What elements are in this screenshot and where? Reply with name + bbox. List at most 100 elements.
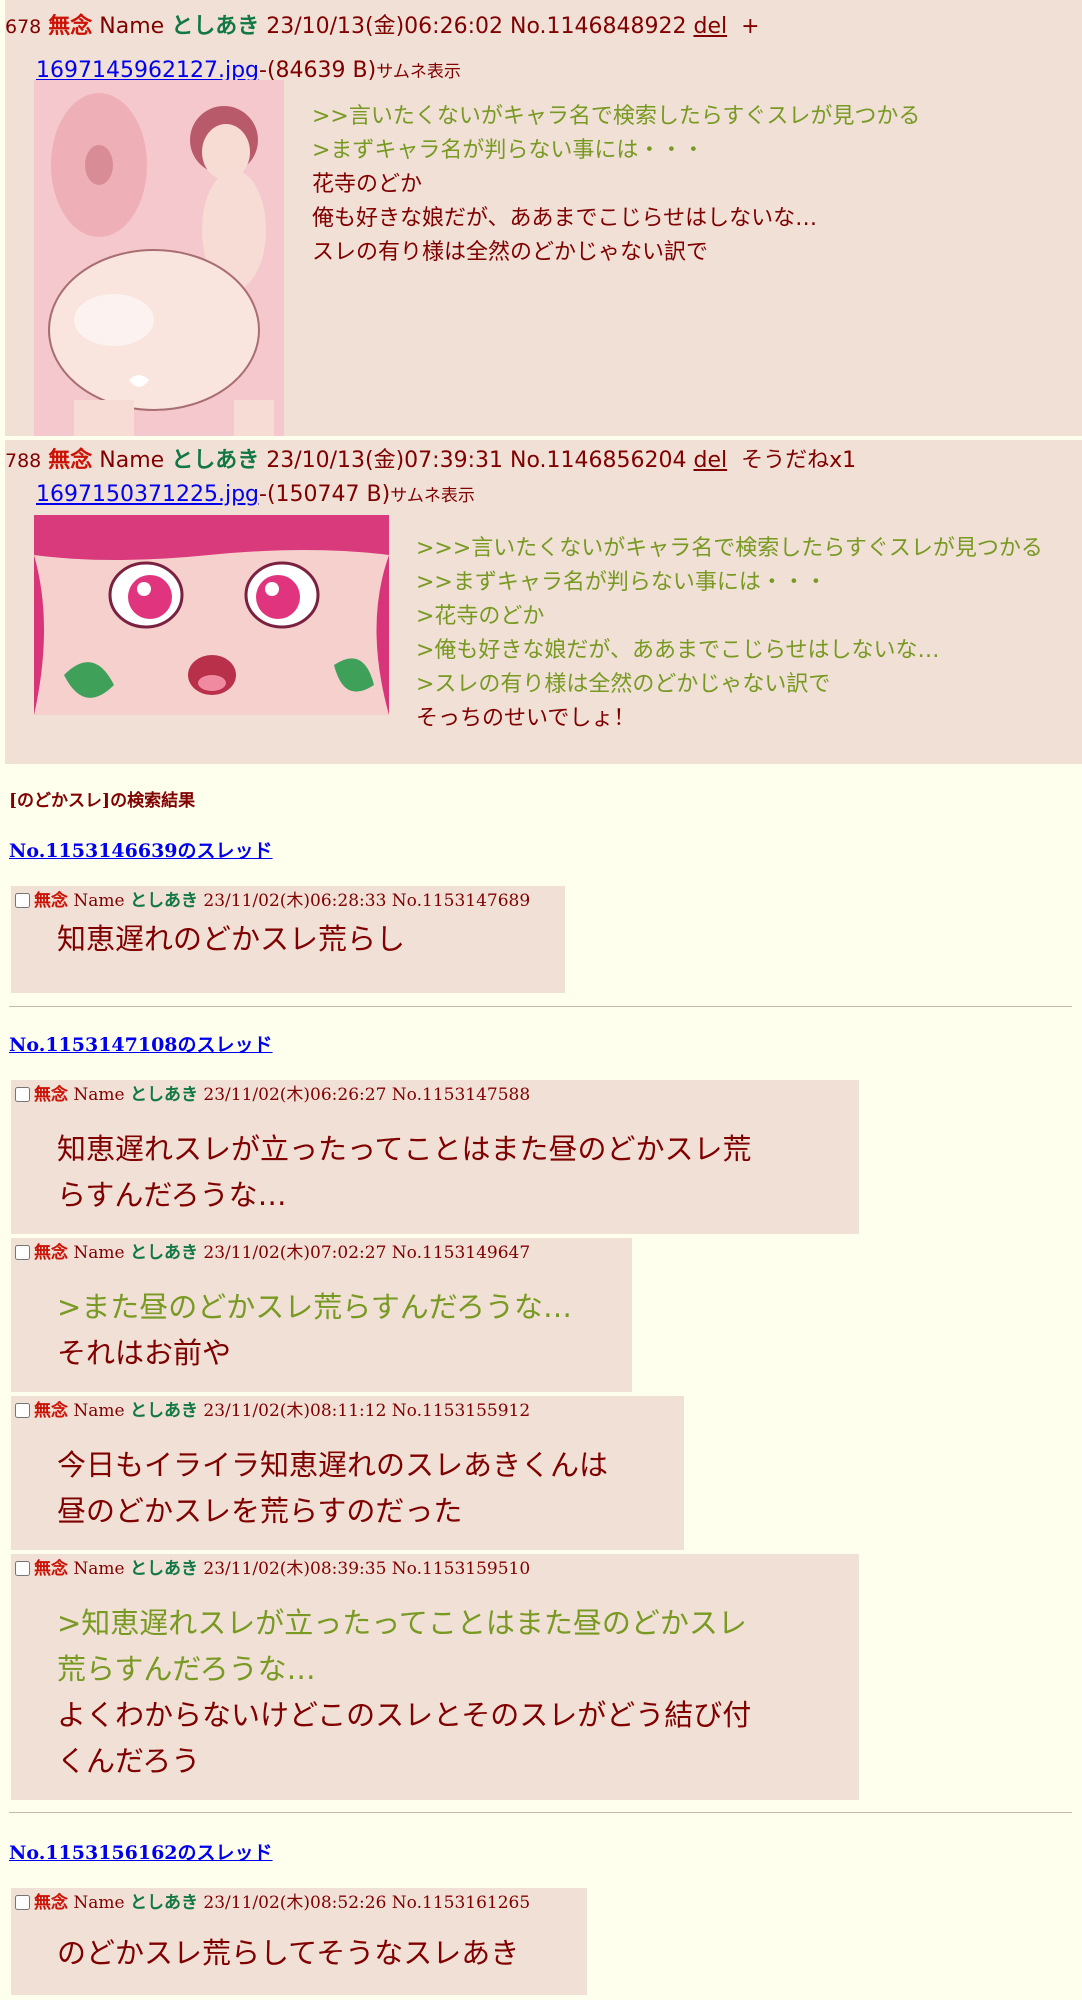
file-link[interactable]: 1697150371225.jpg [36,482,259,507]
poster-name: としあき [130,1559,199,1579]
quote-line: 荒らすんだろうな… [57,1652,316,1686]
del-link[interactable]: del [693,448,727,473]
name-label: Name [73,1243,125,1263]
body-line: 知恵遅れスレが立ったってことはまた昼のどかスレ荒 [57,1132,752,1166]
quote-line: >>言いたくないがキャラ名で検索したらすぐスレが見つかる [312,104,921,129]
plus-link[interactable]: + [741,14,759,39]
post-number: 788 [5,450,42,472]
post-datetime: 23/11/02(木)06:28:33 [203,891,387,911]
quote-line: >知恵遅れスレが立ったってことはまた昼のどかスレ [57,1606,747,1640]
post-id[interactable]: No.1153147689 [392,891,530,911]
quote-line: >俺も好きな娘だが、ああまでこじらせはしないな… [416,638,940,663]
thread-link[interactable]: No.1153146639のスレッド [9,836,273,863]
post-header: 678 無念 Name としあき 23/10/13(金)06:26:02 No.… [5,14,760,40]
poster-name: としあき [171,14,260,39]
thread-link[interactable]: No.1153156162のスレッド [9,1838,273,1865]
name-label: Name [99,448,165,473]
search-response: 無念 Name としあき 23/11/02(木)08:52:26 No.1153… [11,1888,587,1995]
post-id[interactable]: No.1153155912 [392,1401,530,1421]
post-body: >>言いたくないがキャラ名で検索したらすぐスレが見つかる >まずキャラ名が判らな… [312,100,920,270]
post-datetime: 23/11/02(木)06:26:27 [203,1085,387,1105]
response-body: >また昼のどかスレ荒らすんだろうな… それはお前や [57,1284,572,1376]
response-header: 無念 Name としあき 23/11/02(木)07:02:27 No.1153… [15,1242,530,1264]
body-line: 花寺のどか [312,172,423,197]
name-label: Name [73,1559,125,1579]
post-id[interactable]: No.1153149647 [392,1243,530,1263]
body-line: よくわからないけどこのスレとそのスレがどう結び付 [57,1698,752,1732]
name-label: Name [99,14,165,39]
response-header: 無念 Name としあき 23/11/02(木)08:52:26 No.1153… [15,1892,530,1914]
del-link[interactable]: del [693,14,727,39]
divider [9,1812,1072,1813]
post-datetime: 23/10/13(金)07:39:31 [266,448,503,473]
body-line: それはお前や [57,1336,232,1370]
body-line: 今日もイライラ知恵遅れのスレあきくんは [57,1448,609,1482]
response-header: 無念 Name としあき 23/11/02(木)06:28:33 No.1153… [15,890,530,912]
quote-line: >>>言いたくないがキャラ名で検索したらすぐスレが見つかる [416,536,1043,561]
search-response: 無念 Name としあき 23/11/02(木)06:28:33 No.1153… [11,886,565,993]
post-subject: 無念 [34,1243,68,1263]
body-line: 昼のどかスレを荒らすのだった [57,1494,463,1528]
quote-line: >まずキャラ名が判らない事には・・・ [312,138,705,163]
post-subject: 無念 [34,1085,68,1105]
response-body: のどかスレ荒らしてそうなスレあき [57,1930,519,1976]
post-id[interactable]: No.1153161265 [392,1893,530,1913]
quote-line: >スレの有り様は全然のどかじゃない訳で [416,672,831,697]
body-line: スレの有り様は全然のどかじゃない訳で [312,240,709,265]
response-header: 無念 Name としあき 23/11/02(木)06:26:27 No.1153… [15,1084,530,1106]
post-thumbnail[interactable] [34,515,389,715]
response-body: 今日もイライラ知恵遅れのスレあきくんは 昼のどかスレを荒らすのだった [57,1442,608,1534]
poster-name: としあき [130,1085,199,1105]
post-subject: 無念 [34,1893,68,1913]
delete-checkbox[interactable] [15,1245,30,1260]
body-line: 知恵遅れのどかスレ荒らし [57,922,406,956]
thread-link[interactable]: No.1153147108のスレッド [9,1030,273,1057]
response-body: >知恵遅れスレが立ったってことはまた昼のどかスレ 荒らすんだろうな… よくわから… [57,1600,751,1784]
post-678: 678 無念 Name としあき 23/10/13(金)06:26:02 No.… [5,0,1082,436]
search-response: 無念 Name としあき 23/11/02(木)08:11:12 No.1153… [11,1396,684,1550]
post-788: 788 無念 Name としあき 23/10/13(金)07:39:31 No.… [5,440,1082,764]
delete-checkbox[interactable] [15,1087,30,1102]
poster-name: としあき [130,1243,199,1263]
post-datetime: 23/10/13(金)06:26:02 [266,14,503,39]
body-line: らすんだろうな… [57,1178,287,1212]
response-body: 知恵遅れのどかスレ荒らし [57,916,405,962]
thumbnail-toggle[interactable]: サムネ表示 [376,62,461,82]
post-subject: 無念 [34,1401,68,1421]
body-line: くんだろう [57,1744,201,1778]
post-id[interactable]: No.1146856204 [510,448,687,473]
post-id[interactable]: No.1153147588 [392,1085,530,1105]
poster-name: としあき [130,1401,199,1421]
post-body: >>>言いたくないがキャラ名で検索したらすぐスレが見つかる >>まずキャラ名が判… [416,532,1043,736]
post-datetime: 23/11/02(木)08:11:12 [203,1401,387,1421]
name-label: Name [73,891,125,911]
post-subject: 無念 [34,1559,68,1579]
post-datetime: 23/11/02(木)08:39:35 [203,1559,387,1579]
sodane-button[interactable]: そうだねx1 [741,448,856,473]
poster-name: としあき [130,891,199,911]
poster-name: としあき [171,448,260,473]
file-size: -(150747 B) [259,482,391,507]
search-results-title: [のどかスレ]の検索結果 [9,791,196,811]
post-subject: 無念 [48,14,93,39]
body-line: そっちのせいでしょ！ [416,706,636,731]
post-id[interactable]: No.1146848922 [510,14,687,39]
delete-checkbox[interactable] [15,1895,30,1910]
delete-checkbox[interactable] [15,893,30,908]
post-header: 788 無念 Name としあき 23/10/13(金)07:39:31 No.… [5,448,856,474]
post-id[interactable]: No.1153159510 [392,1559,530,1579]
post-subject: 無念 [34,891,68,911]
delete-checkbox[interactable] [15,1403,30,1418]
name-label: Name [73,1893,125,1913]
search-response: 無念 Name としあき 23/11/02(木)08:39:35 No.1153… [11,1554,859,1800]
post-datetime: 23/11/02(木)07:02:27 [203,1243,387,1263]
name-label: Name [73,1085,125,1105]
body-line: のどかスレ荒らしてそうなスレあき [57,1936,520,1970]
quote-line: >花寺のどか [416,604,545,629]
search-response: 無念 Name としあき 23/11/02(木)07:02:27 No.1153… [11,1238,632,1392]
post-thumbnail[interactable] [34,80,284,436]
post-datetime: 23/11/02(木)08:52:26 [203,1893,387,1913]
thumbnail-toggle[interactable]: サムネ表示 [390,486,475,506]
delete-checkbox[interactable] [15,1561,30,1576]
search-response: 無念 Name としあき 23/11/02(木)06:26:27 No.1153… [11,1080,859,1234]
